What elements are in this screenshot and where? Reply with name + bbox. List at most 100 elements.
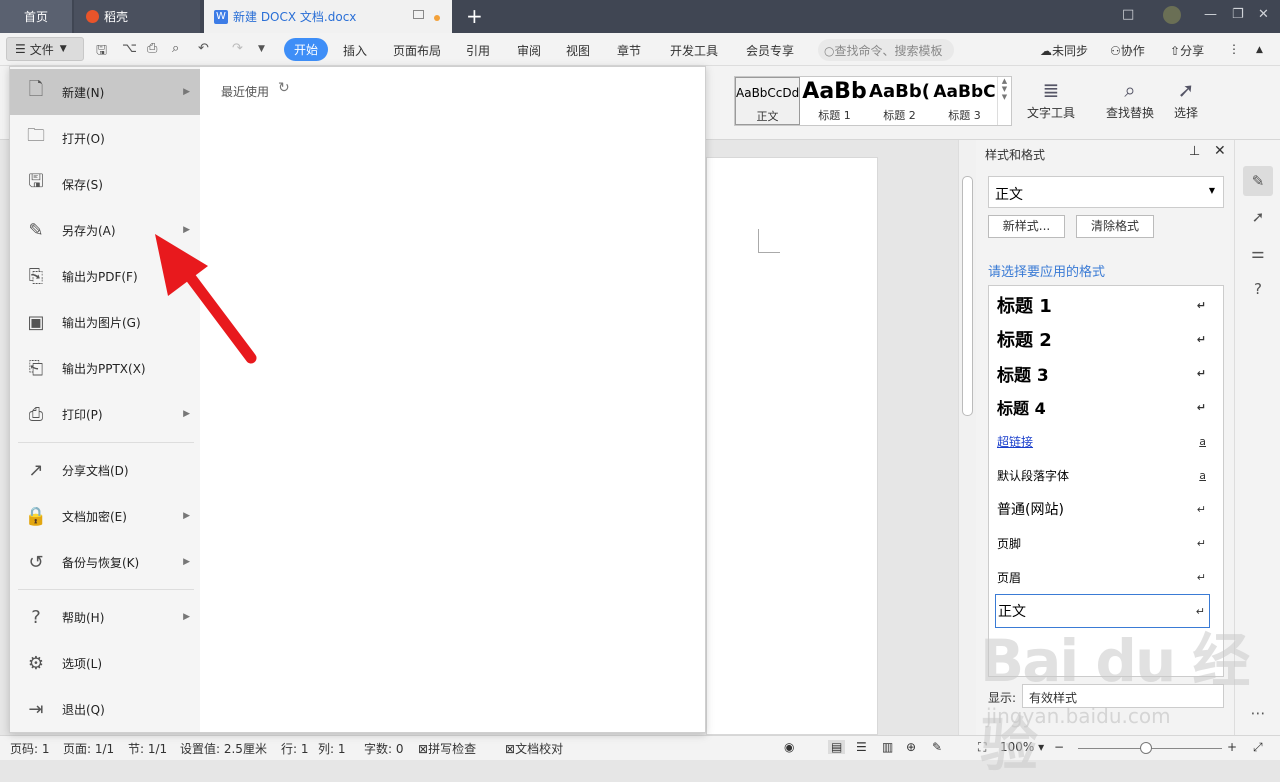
tab-member[interactable]: 会员专享 xyxy=(746,42,794,59)
new-tab-button[interactable]: + xyxy=(466,4,483,28)
menu-item-encrypt[interactable]: 🔒 文档加密(E) ▶ xyxy=(10,493,200,539)
current-style-select[interactable]: 正文 ▼ xyxy=(988,176,1224,208)
tab-daoke[interactable]: 稻壳 xyxy=(74,0,200,33)
scrollbar-thumb[interactable] xyxy=(962,176,973,416)
outline-view-icon[interactable]: ☰ xyxy=(856,740,867,754)
tab-start[interactable]: 开始 xyxy=(284,38,329,61)
window-count-icon[interactable]: □ xyxy=(1122,7,1134,22)
style-heading-3[interactable]: AaBbC 标题 3 xyxy=(932,77,997,125)
vertical-scrollbar[interactable] xyxy=(958,140,976,735)
edit-pen-icon[interactable]: ✎ xyxy=(1243,166,1273,196)
avatar[interactable] xyxy=(1163,6,1181,24)
tab-view[interactable]: 视图 xyxy=(566,42,590,59)
menu-item-backup[interactable]: ↺ 备份与恢复(K) ▶ xyxy=(10,539,200,585)
minimize-button[interactable]: — xyxy=(1204,7,1217,22)
select-label: 选择 xyxy=(1174,106,1199,120)
list-item[interactable]: 标题 4 ↵ xyxy=(995,390,1210,424)
menu-item-label: 输出为图片(G) xyxy=(62,315,141,330)
find-replace-button[interactable]: ⌕ 查找替换 xyxy=(1106,78,1154,121)
format-painter-icon[interactable]: ⌥ xyxy=(122,41,137,56)
tab-document[interactable]: W 新建 DOCX 文档.docx xyxy=(204,0,452,33)
menu-item-options[interactable]: ⚙ 选项(L) xyxy=(10,640,200,686)
clear-format-button[interactable]: 清除格式 xyxy=(1076,215,1154,238)
menu-item-save-as[interactable]: ✎ 另存为(A) ▶ xyxy=(10,207,200,253)
list-item[interactable]: 标题 3 ↵ xyxy=(995,356,1210,390)
file-menu-button[interactable]: ☰ 文件 ▼ xyxy=(6,37,84,61)
printer-icon: ⎙ xyxy=(28,403,44,425)
gallery-scroll-icon[interactable]: ▲ ▼ ▼ xyxy=(997,77,1011,125)
close-panel-icon[interactable]: ✕ xyxy=(1214,143,1226,159)
collapse-ribbon-icon[interactable]: ▲ xyxy=(1256,45,1263,55)
list-item[interactable]: 超链接 a xyxy=(995,424,1210,458)
menu-item-export-pdf[interactable]: ⎘ 输出为PDF(F) xyxy=(10,253,200,299)
word-count-status[interactable]: 字数: 0 xyxy=(364,740,404,757)
list-item[interactable]: 标题 1 ↵ xyxy=(995,288,1210,322)
write-mode-icon[interactable]: ✎ xyxy=(932,740,942,754)
document-page[interactable] xyxy=(706,157,878,735)
tab-page-layout[interactable]: 页面布局 xyxy=(393,42,441,59)
cursor-icon: ➚ xyxy=(1177,78,1195,102)
refresh-icon[interactable]: ↻ xyxy=(278,80,290,96)
tab-chapter[interactable]: 章节 xyxy=(617,42,641,59)
save-icon[interactable]: 🖫 xyxy=(96,41,107,63)
gear-icon: ⚙ xyxy=(27,652,45,674)
menu-item-exit[interactable]: ⇥ 退出(Q) xyxy=(10,686,200,732)
spell-check-button[interactable]: ⊠拼写检查 xyxy=(418,740,476,757)
list-item-label: 标题 4 xyxy=(997,399,1046,418)
style-heading-2[interactable]: AaBb(标题 2 xyxy=(867,77,932,125)
pin-icon[interactable]: ⊥ xyxy=(1189,144,1200,159)
menu-item-export-pptx[interactable]: ⎗ 输出为PPTX(X) xyxy=(10,345,200,391)
settings-sliders-icon[interactable]: ⚌ xyxy=(1243,238,1273,268)
restore-button[interactable]: ❐ xyxy=(1232,7,1244,22)
new-style-button[interactable]: 新样式... xyxy=(988,215,1065,238)
collab-button[interactable]: ⚇协作 xyxy=(1110,42,1145,59)
read-view-icon[interactable]: ▥ xyxy=(882,740,893,754)
menu-item-new[interactable]: 🗋 新建(N) ▶ xyxy=(10,69,200,115)
page-view-icon[interactable]: ▤ xyxy=(828,740,846,754)
menu-item-share[interactable]: ↗ 分享文档(D) xyxy=(10,447,200,493)
undo-icon[interactable]: ↶ xyxy=(198,41,209,56)
tab-references[interactable]: 引用 xyxy=(466,42,490,59)
more-icon[interactable]: ⋮ xyxy=(1228,42,1240,56)
help-icon[interactable]: ? xyxy=(1243,274,1273,304)
preview-icon[interactable]: ⌕ xyxy=(172,41,179,56)
list-item[interactable]: 普通(网站) ↵ xyxy=(995,492,1210,526)
row-status: 行: 1 xyxy=(281,742,309,756)
style-heading-1[interactable]: AaBb 标题 1 xyxy=(802,77,867,125)
print-icon[interactable]: ⎙ xyxy=(147,41,157,56)
sync-button[interactable]: ☁未同步 xyxy=(1040,42,1088,59)
style-normal[interactable]: AaBbCcDd 正文 xyxy=(735,77,800,125)
submenu-arrow-icon: ▶ xyxy=(183,409,190,419)
list-item[interactable]: 页脚 ↵ xyxy=(995,526,1210,560)
tab-developer[interactable]: 开发工具 xyxy=(670,42,718,59)
menu-item-save[interactable]: 🖫 保存(S) xyxy=(10,161,200,207)
select-button[interactable]: ➚ 选择 xyxy=(1174,78,1198,121)
monitor-icon[interactable] xyxy=(413,10,424,19)
close-button[interactable]: ✕ xyxy=(1258,7,1269,22)
tab-review[interactable]: 审阅 xyxy=(517,42,541,59)
submenu-arrow-icon: ▶ xyxy=(183,557,190,567)
menu-item-export-image[interactable]: ▣ 输出为图片(G) xyxy=(10,299,200,345)
menu-item-open[interactable]: 🗀 打开(O) xyxy=(10,115,200,161)
menu-item-label: 保存(S) xyxy=(62,177,103,192)
tab-home[interactable]: 首页 xyxy=(0,0,72,33)
eye-protect-icon[interactable]: ◉ xyxy=(784,740,794,754)
tab-insert[interactable]: 插入 xyxy=(343,42,367,59)
more-chevron-icon[interactable]: ▼ xyxy=(258,44,265,54)
text-tools-button[interactable]: ≣ 文字工具 xyxy=(1027,78,1075,121)
paragraph-mark-icon: ↵ xyxy=(1196,536,1206,550)
command-search-input[interactable]: ○查找命令、搜索模板 xyxy=(818,39,954,61)
menu-item-label: 输出为PPTX(X) xyxy=(62,361,146,376)
redo-icon[interactable]: ↷ xyxy=(232,41,243,56)
web-view-icon[interactable]: ⊕ xyxy=(906,740,916,754)
share-button[interactable]: ⇧分享 xyxy=(1170,42,1204,59)
list-item[interactable]: 标题 2 ↵ xyxy=(995,322,1210,356)
doc-proof-button[interactable]: ⊠文档校对 xyxy=(505,740,563,757)
menu-item-help[interactable]: ? 帮助(H) ▶ xyxy=(10,594,200,640)
menu-item-print[interactable]: ⎙ 打印(P) ▶ xyxy=(10,391,200,437)
magnifier-icon: ⌕ xyxy=(1124,78,1136,102)
list-item[interactable]: 页眉 ↵ xyxy=(995,560,1210,594)
tab-daoke-label: 稻壳 xyxy=(104,10,129,24)
select-cursor-icon[interactable]: ➚ xyxy=(1243,202,1273,232)
list-item[interactable]: 默认段落字体 a xyxy=(995,458,1210,492)
